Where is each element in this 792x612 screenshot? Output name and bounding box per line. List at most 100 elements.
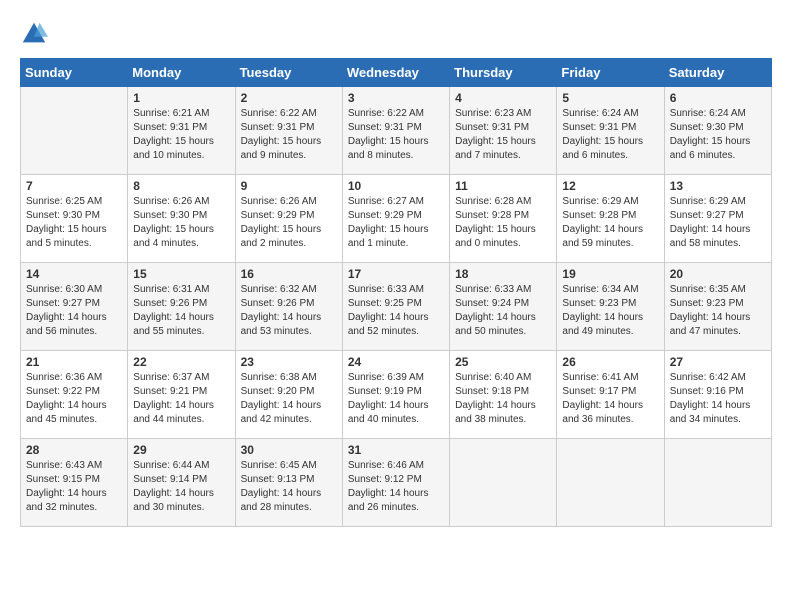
- calendar-cell: 2 Sunrise: 6:22 AMSunset: 9:31 PMDaylight…: [235, 87, 342, 175]
- cell-content: Sunrise: 6:35 AMSunset: 9:23 PMDaylight:…: [670, 283, 766, 339]
- header-day-thursday: Thursday: [450, 59, 557, 87]
- header-day-wednesday: Wednesday: [342, 59, 449, 87]
- day-number: 1: [133, 91, 229, 105]
- day-number: 18: [455, 267, 551, 281]
- calendar-cell: 25 Sunrise: 6:40 AMSunset: 9:18 PMDayligh…: [450, 351, 557, 439]
- cell-content: Sunrise: 6:25 AMSunset: 9:30 PMDaylight:…: [26, 195, 122, 251]
- logo-icon: [20, 20, 48, 48]
- day-number: 8: [133, 179, 229, 193]
- calendar-cell: 10 Sunrise: 6:27 AMSunset: 9:29 PMDayligh…: [342, 175, 449, 263]
- day-number: 11: [455, 179, 551, 193]
- header-day-friday: Friday: [557, 59, 664, 87]
- cell-content: Sunrise: 6:23 AMSunset: 9:31 PMDaylight:…: [455, 107, 551, 163]
- cell-content: Sunrise: 6:26 AMSunset: 9:30 PMDaylight:…: [133, 195, 229, 251]
- calendar-cell: 1 Sunrise: 6:21 AMSunset: 9:31 PMDaylight…: [128, 87, 235, 175]
- cell-content: Sunrise: 6:34 AMSunset: 9:23 PMDaylight:…: [562, 283, 658, 339]
- day-number: 15: [133, 267, 229, 281]
- calendar-cell: 23 Sunrise: 6:38 AMSunset: 9:20 PMDayligh…: [235, 351, 342, 439]
- day-number: 3: [348, 91, 444, 105]
- cell-content: Sunrise: 6:36 AMSunset: 9:22 PMDaylight:…: [26, 371, 122, 427]
- cell-content: Sunrise: 6:28 AMSunset: 9:28 PMDaylight:…: [455, 195, 551, 251]
- cell-content: Sunrise: 6:39 AMSunset: 9:19 PMDaylight:…: [348, 371, 444, 427]
- day-number: 9: [241, 179, 337, 193]
- calendar-cell: 29 Sunrise: 6:44 AMSunset: 9:14 PMDayligh…: [128, 439, 235, 527]
- cell-content: Sunrise: 6:46 AMSunset: 9:12 PMDaylight:…: [348, 459, 444, 515]
- header-day-tuesday: Tuesday: [235, 59, 342, 87]
- calendar-cell: 19 Sunrise: 6:34 AMSunset: 9:23 PMDayligh…: [557, 263, 664, 351]
- cell-content: Sunrise: 6:45 AMSunset: 9:13 PMDaylight:…: [241, 459, 337, 515]
- cell-content: Sunrise: 6:38 AMSunset: 9:20 PMDaylight:…: [241, 371, 337, 427]
- day-number: 25: [455, 355, 551, 369]
- day-number: 20: [670, 267, 766, 281]
- cell-content: Sunrise: 6:31 AMSunset: 9:26 PMDaylight:…: [133, 283, 229, 339]
- cell-content: Sunrise: 6:41 AMSunset: 9:17 PMDaylight:…: [562, 371, 658, 427]
- calendar-cell: [557, 439, 664, 527]
- header-day-sunday: Sunday: [21, 59, 128, 87]
- calendar-cell: 4 Sunrise: 6:23 AMSunset: 9:31 PMDaylight…: [450, 87, 557, 175]
- cell-content: Sunrise: 6:40 AMSunset: 9:18 PMDaylight:…: [455, 371, 551, 427]
- calendar-cell: 27 Sunrise: 6:42 AMSunset: 9:16 PMDayligh…: [664, 351, 771, 439]
- day-number: 10: [348, 179, 444, 193]
- day-number: 5: [562, 91, 658, 105]
- calendar-cell: 3 Sunrise: 6:22 AMSunset: 9:31 PMDaylight…: [342, 87, 449, 175]
- calendar-cell: 22 Sunrise: 6:37 AMSunset: 9:21 PMDayligh…: [128, 351, 235, 439]
- calendar-cell: [450, 439, 557, 527]
- cell-content: Sunrise: 6:29 AMSunset: 9:27 PMDaylight:…: [670, 195, 766, 251]
- cell-content: Sunrise: 6:22 AMSunset: 9:31 PMDaylight:…: [348, 107, 444, 163]
- day-number: 4: [455, 91, 551, 105]
- cell-content: Sunrise: 6:33 AMSunset: 9:25 PMDaylight:…: [348, 283, 444, 339]
- day-number: 17: [348, 267, 444, 281]
- day-number: 24: [348, 355, 444, 369]
- calendar-cell: 15 Sunrise: 6:31 AMSunset: 9:26 PMDayligh…: [128, 263, 235, 351]
- cell-content: Sunrise: 6:44 AMSunset: 9:14 PMDaylight:…: [133, 459, 229, 515]
- day-number: 30: [241, 443, 337, 457]
- day-number: 19: [562, 267, 658, 281]
- calendar-cell: [21, 87, 128, 175]
- cell-content: Sunrise: 6:32 AMSunset: 9:26 PMDaylight:…: [241, 283, 337, 339]
- calendar-cell: 9Sunrise: 6:26 AMSunset: 9:29 PMDaylight…: [235, 175, 342, 263]
- cell-content: Sunrise: 6:21 AMSunset: 9:31 PMDaylight:…: [133, 107, 229, 163]
- logo: [20, 20, 52, 48]
- cell-content: Sunrise: 6:29 AMSunset: 9:28 PMDaylight:…: [562, 195, 658, 251]
- calendar-cell: 5 Sunrise: 6:24 AMSunset: 9:31 PMDaylight…: [557, 87, 664, 175]
- calendar-cell: 6Sunrise: 6:24 AMSunset: 9:30 PMDaylight…: [664, 87, 771, 175]
- day-number: 26: [562, 355, 658, 369]
- day-number: 28: [26, 443, 122, 457]
- calendar-cell: 8 Sunrise: 6:26 AMSunset: 9:30 PMDaylight…: [128, 175, 235, 263]
- calendar-cell: 14 Sunrise: 6:30 AMSunset: 9:27 PMDayligh…: [21, 263, 128, 351]
- calendar-cell: 26 Sunrise: 6:41 AMSunset: 9:17 PMDayligh…: [557, 351, 664, 439]
- day-number: 13: [670, 179, 766, 193]
- day-number: 22: [133, 355, 229, 369]
- calendar-cell: 21 Sunrise: 6:36 AMSunset: 9:22 PMDayligh…: [21, 351, 128, 439]
- calendar-cell: 16 Sunrise: 6:32 AMSunset: 9:26 PMDayligh…: [235, 263, 342, 351]
- day-number: 29: [133, 443, 229, 457]
- calendar-cell: 31 Sunrise: 6:46 AMSunset: 9:12 PMDayligh…: [342, 439, 449, 527]
- day-number: 23: [241, 355, 337, 369]
- day-number: 21: [26, 355, 122, 369]
- cell-content: Sunrise: 6:37 AMSunset: 9:21 PMDaylight:…: [133, 371, 229, 427]
- calendar-cell: 7 Sunrise: 6:25 AMSunset: 9:30 PMDaylight…: [21, 175, 128, 263]
- cell-content: Sunrise: 6:24 AMSunset: 9:31 PMDaylight:…: [562, 107, 658, 163]
- page-header: [20, 20, 772, 48]
- calendar-cell: 11 Sunrise: 6:28 AMSunset: 9:28 PMDayligh…: [450, 175, 557, 263]
- calendar-cell: 17 Sunrise: 6:33 AMSunset: 9:25 PMDayligh…: [342, 263, 449, 351]
- calendar-week-5: 28Sunrise: 6:43 AMSunset: 9:15 PMDayligh…: [21, 439, 772, 527]
- header-day-monday: Monday: [128, 59, 235, 87]
- day-number: 31: [348, 443, 444, 457]
- day-number: 27: [670, 355, 766, 369]
- cell-content: Sunrise: 6:22 AMSunset: 9:31 PMDaylight:…: [241, 107, 337, 163]
- calendar-week-1: 1 Sunrise: 6:21 AMSunset: 9:31 PMDaylight…: [21, 87, 772, 175]
- day-number: 14: [26, 267, 122, 281]
- day-number: 2: [241, 91, 337, 105]
- cell-content: Sunrise: 6:30 AMSunset: 9:27 PMDaylight:…: [26, 283, 122, 339]
- calendar-cell: 20 Sunrise: 6:35 AMSunset: 9:23 PMDayligh…: [664, 263, 771, 351]
- day-number: 12: [562, 179, 658, 193]
- day-number: 16: [241, 267, 337, 281]
- day-number: 7: [26, 179, 122, 193]
- cell-content: Sunrise: 6:42 AMSunset: 9:16 PMDaylight:…: [670, 371, 766, 427]
- cell-content: Sunrise: 6:27 AMSunset: 9:29 PMDaylight:…: [348, 195, 444, 251]
- cell-content: Sunrise: 6:33 AMSunset: 9:24 PMDaylight:…: [455, 283, 551, 339]
- calendar-cell: 28Sunrise: 6:43 AMSunset: 9:15 PMDayligh…: [21, 439, 128, 527]
- calendar-cell: 24 Sunrise: 6:39 AMSunset: 9:19 PMDayligh…: [342, 351, 449, 439]
- calendar-cell: 30 Sunrise: 6:45 AMSunset: 9:13 PMDayligh…: [235, 439, 342, 527]
